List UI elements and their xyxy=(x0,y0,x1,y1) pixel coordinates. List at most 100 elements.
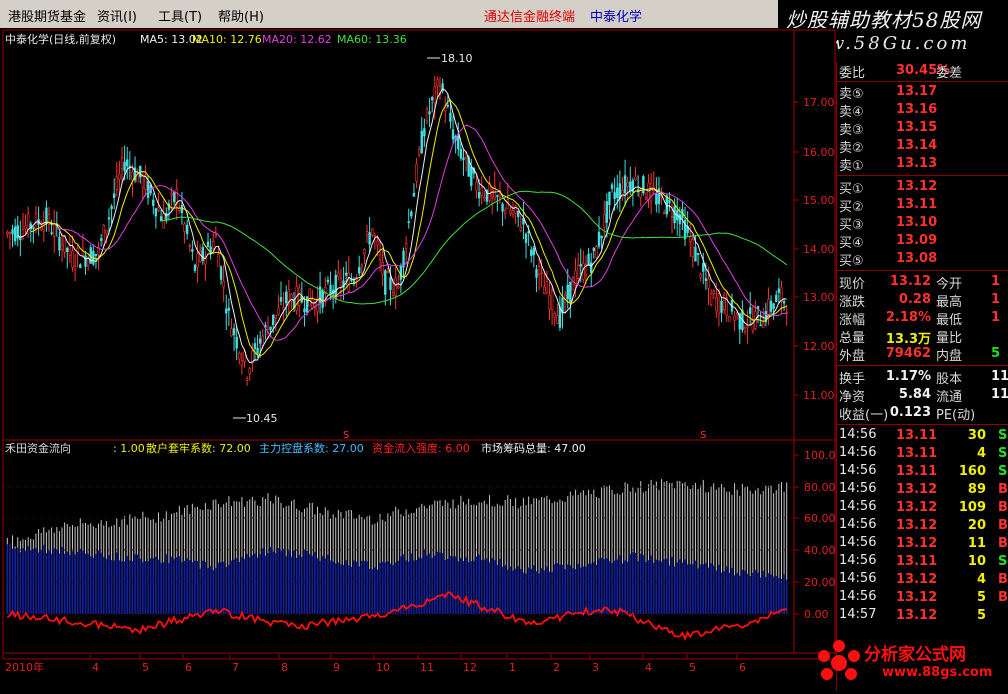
candle-body xyxy=(423,128,426,137)
weicha-label: 委差 xyxy=(936,66,963,81)
tick-row: 14:56 13.12 109 B xyxy=(836,499,1008,517)
candle-body xyxy=(298,287,301,306)
quote-separator xyxy=(836,175,1008,176)
stat-row: 外盘 79462 内盘 5 xyxy=(836,345,1008,364)
indicator-param-retail: 散户套牢系数: 72.00 xyxy=(146,441,251,455)
candle-body xyxy=(449,112,452,122)
candle-body xyxy=(496,195,499,197)
stat-label: 最高 xyxy=(936,295,963,310)
candle-body xyxy=(772,303,775,309)
candle-body xyxy=(782,301,786,304)
candle-body xyxy=(201,247,205,261)
candle-body xyxy=(157,207,160,211)
candle-body xyxy=(295,286,298,311)
stat-value: 1 xyxy=(991,292,1001,307)
stat-row: 净资 5.84 流通 11 xyxy=(836,386,1008,405)
candle-body xyxy=(363,249,366,255)
candle-body xyxy=(212,241,215,249)
menu-hk-futures[interactable]: 港股期货基金 xyxy=(8,6,86,25)
candle-body xyxy=(707,278,710,289)
time-axis-label: 3 xyxy=(592,661,599,674)
stat-value: 11 xyxy=(991,369,1008,384)
stat-label: PE(动) xyxy=(936,408,976,423)
time-axis-label: 8 xyxy=(281,661,288,674)
candle-body xyxy=(141,175,145,189)
tick-direction: B xyxy=(998,482,1008,497)
stat-value: 5.84 xyxy=(898,387,931,402)
tick-price: 13.11 xyxy=(896,554,938,569)
stat-row: 换手 1.17% 股本 11 xyxy=(836,368,1008,387)
candle-body xyxy=(415,163,418,182)
price-axis-label: 11.00 xyxy=(803,389,835,402)
ask-price: 13.17 xyxy=(896,84,938,99)
time-axis-label: 9 xyxy=(333,661,340,674)
tick-time: 14:56 xyxy=(839,535,877,550)
ask-label: 卖② xyxy=(839,141,864,156)
candle-body xyxy=(66,247,69,252)
candle-body xyxy=(371,228,374,236)
candle-body xyxy=(428,111,431,115)
candle-body xyxy=(751,319,755,331)
candle-body xyxy=(308,288,311,307)
candle-body xyxy=(579,264,582,267)
candle-body xyxy=(483,196,486,199)
candle-body xyxy=(326,279,330,283)
menu-help[interactable]: 帮助(H) xyxy=(218,6,264,25)
stat-value: 5 xyxy=(991,346,1001,361)
ma20-label: MA20: 12.62 xyxy=(262,33,332,46)
tick-time: 14:56 xyxy=(839,571,877,586)
ask-price: 13.15 xyxy=(896,120,938,135)
candle-body xyxy=(537,265,541,275)
candle-body xyxy=(105,229,108,234)
candle-body xyxy=(365,231,369,235)
candle-body xyxy=(84,255,87,267)
stat-value: 79462 xyxy=(885,346,931,361)
candle-body xyxy=(285,291,288,304)
quote-separator xyxy=(836,270,1008,271)
candle-body xyxy=(358,267,361,274)
stat-label: 总量 xyxy=(839,331,866,346)
candle-body xyxy=(592,247,596,252)
ask-price: 13.13 xyxy=(896,156,938,171)
candle-body xyxy=(678,214,682,225)
indicator-axis-label: 100.00 xyxy=(804,449,836,462)
chart-area[interactable]: 17.00 16.00 15.00 14.00 13.00 12.00 11.00 100.0… xyxy=(0,28,843,690)
candle-body xyxy=(451,129,455,140)
candle-body xyxy=(170,193,173,196)
candle-body xyxy=(535,269,538,278)
candle-body xyxy=(261,335,264,346)
stock-title: 中泰化学 xyxy=(590,10,643,25)
candle-body xyxy=(556,315,559,324)
stat-value: 1 xyxy=(991,310,1001,325)
stat-value: 1.17% xyxy=(885,369,931,384)
tick-price: 13.12 xyxy=(896,608,938,623)
tick-row: 14:56 13.11 4 S xyxy=(836,445,1008,463)
indicator-param-inflow: 资金流入强度: 6.00 xyxy=(372,441,470,455)
candle-body xyxy=(566,284,569,300)
candle-body xyxy=(511,210,515,216)
candle-body xyxy=(420,130,423,154)
bid-price: 13.12 xyxy=(896,179,938,194)
bid-row: 买① 13.12 xyxy=(836,178,1008,197)
candle-body xyxy=(225,308,228,314)
candle-body xyxy=(277,307,280,315)
candle-body xyxy=(459,148,463,159)
candle-body xyxy=(99,238,103,241)
tick-direction: S xyxy=(998,554,1008,569)
price-axis-label: 15.00 xyxy=(803,194,835,207)
candle-body xyxy=(245,378,249,381)
candle-body xyxy=(126,159,129,167)
candle-body xyxy=(644,197,648,200)
stat-value: 0.123 xyxy=(889,405,931,420)
menu-info[interactable]: 资讯(I) xyxy=(97,6,137,25)
candle-body xyxy=(503,210,507,214)
watermark-logo-icon xyxy=(818,640,860,680)
tick-price: 13.12 xyxy=(896,572,938,587)
candle-body xyxy=(498,196,502,199)
candle-body xyxy=(256,347,259,354)
chart-canvas[interactable]: 17.0016.0015.0014.0013.0012.0011.00100.0… xyxy=(0,28,843,690)
candle-body xyxy=(196,253,199,268)
menu-tools[interactable]: 工具(T) xyxy=(158,6,202,25)
tick-direction: B xyxy=(998,500,1008,515)
indicator-axis-label: 20.00 xyxy=(804,576,836,589)
